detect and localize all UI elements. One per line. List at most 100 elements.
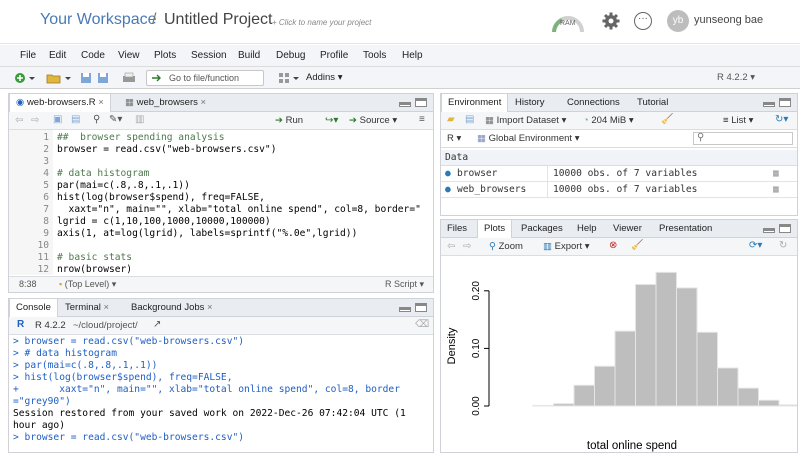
tab-presentation[interactable]: Presentation — [653, 220, 718, 238]
code-line[interactable]: lgrid = c(1,10,100,1000,10000,100000) — [57, 216, 271, 227]
minimize-icon[interactable] — [399, 307, 411, 312]
view-mode-menu[interactable]: ≡ List ▾ — [723, 115, 753, 126]
env-row-browser[interactable]: ● browser 10000 obs. of 7 variables ▦ — [441, 166, 797, 182]
project-title[interactable]: Untitled Project — [164, 11, 273, 29]
back-arrow-icon[interactable]: ⇦ — [447, 241, 455, 252]
project-name-hint[interactable]: + Click to name your project — [272, 18, 371, 27]
code-line[interactable]: ## browser spending analysis — [57, 132, 225, 143]
tab-viewer[interactable]: Viewer — [607, 220, 648, 238]
forward-arrow-icon[interactable]: ⇨ — [31, 115, 39, 126]
code-line[interactable]: hist(log(browser$spend), freq=FALSE, — [57, 192, 265, 203]
env-row-web-browsers[interactable]: ● web_browsers 10000 obs. of 7 variables… — [441, 182, 797, 198]
maximize-icon[interactable] — [415, 303, 427, 312]
compile-report-icon[interactable]: ▥ — [135, 114, 144, 125]
menu-code[interactable]: Code — [81, 50, 105, 61]
refresh-icon[interactable]: ↻ — [779, 240, 787, 251]
menu-debug[interactable]: Debug — [276, 50, 305, 61]
menu-help[interactable]: Help — [402, 50, 423, 61]
tab-web-browsers-r[interactable]: ◉ web-browsers.R × — [9, 94, 111, 113]
forward-arrow-icon[interactable]: ⇨ — [463, 241, 471, 252]
code-line[interactable]: browser = read.csv("web-browsers.csv") — [57, 144, 277, 155]
file-type-menu[interactable]: R Script ▾ — [385, 277, 424, 292]
chevron-down-icon[interactable] — [28, 72, 36, 84]
minimize-icon[interactable] — [763, 228, 775, 233]
console-output[interactable]: > browser = read.csv("web-browsers.csv")… — [9, 335, 433, 452]
menu-tools[interactable]: Tools — [363, 50, 386, 61]
code-line[interactable]: # data histogram — [57, 168, 149, 179]
menu-build[interactable]: Build — [238, 50, 260, 61]
rerun-icon[interactable]: ↪▾ — [325, 115, 338, 126]
addins-menu[interactable]: Addins ▾ — [306, 72, 342, 83]
gear-icon[interactable] — [602, 12, 620, 30]
workspace-link[interactable]: Your Workspace — [40, 11, 157, 29]
tab-console[interactable]: Console — [9, 299, 58, 318]
publish-icon[interactable]: ⟳▾ — [749, 240, 762, 251]
maximize-icon[interactable] — [779, 98, 791, 107]
menu-edit[interactable]: Edit — [49, 50, 66, 61]
code-line[interactable]: par(mai=c(.8,.8,.1,.1)) — [57, 180, 190, 191]
tab-help[interactable]: Help — [571, 220, 603, 238]
search-icon[interactable]: ⚲ — [93, 114, 100, 125]
open-project-icon[interactable] — [46, 72, 62, 84]
chevron-down-icon[interactable] — [64, 72, 72, 84]
avatar[interactable]: yb — [667, 10, 689, 32]
tab-web-browsers-data[interactable]: ▦ web_browsers × — [119, 94, 212, 112]
close-icon[interactable]: × — [98, 97, 104, 108]
export-menu[interactable]: ▥ Export ▾ — [543, 241, 590, 252]
broom-icon[interactable]: 🧹 — [661, 114, 673, 125]
more-options-icon[interactable]: ··· — [634, 12, 652, 30]
minimize-icon[interactable] — [763, 102, 775, 107]
show-in-window-icon[interactable]: ▣ — [53, 114, 62, 125]
outline-icon[interactable]: ≡ — [419, 114, 425, 125]
import-dataset-menu[interactable]: ▦ Import Dataset ▾ — [485, 115, 566, 126]
console-input-line[interactable]: > browser = read.csv("web-browsers.csv") — [13, 432, 244, 443]
clear-console-icon[interactable]: ⌫ — [415, 319, 429, 330]
tab-tutorial[interactable]: Tutorial — [631, 94, 674, 112]
maximize-icon[interactable] — [415, 98, 427, 107]
remove-plot-icon[interactable]: ⊗ — [609, 240, 617, 251]
new-file-icon[interactable] — [14, 72, 26, 84]
tab-files[interactable]: Files — [441, 220, 473, 238]
menu-view[interactable]: View — [118, 50, 140, 61]
minimize-icon[interactable] — [399, 102, 411, 107]
table-icon[interactable]: ▦ — [773, 182, 779, 197]
broom-icon[interactable]: 🧹 — [631, 240, 643, 251]
goto-file-input[interactable]: Go to file/function — [146, 70, 264, 86]
magic-wand-icon[interactable]: ✎▾ — [109, 114, 122, 125]
tab-environment[interactable]: Environment — [441, 94, 509, 113]
memory-usage-menu[interactable]: ◔ 204 MiB ▾ — [583, 115, 634, 126]
print-icon[interactable] — [122, 72, 136, 84]
scope-indicator[interactable]: ▪ (Top Level) ▾ — [59, 277, 116, 292]
tab-connections[interactable]: Connections — [561, 94, 626, 112]
menu-session[interactable]: Session — [191, 50, 227, 61]
close-icon[interactable]: × — [204, 302, 213, 313]
save-icon[interactable] — [80, 72, 92, 84]
save-icon[interactable]: ▤ — [71, 114, 80, 125]
code-area[interactable]: 1 ## browser spending analysis 2 browser… — [9, 130, 433, 275]
refresh-icon[interactable]: ↻▾ — [775, 114, 788, 125]
close-icon[interactable]: × — [201, 97, 207, 108]
source-button[interactable]: ➔ Source ▾ — [349, 115, 397, 126]
code-line[interactable]: nrow(browser) — [57, 264, 132, 275]
open-folder-icon[interactable]: ▰ — [447, 114, 455, 125]
goto-dir-icon[interactable]: ↗ — [153, 319, 161, 330]
tab-background-jobs[interactable]: Background Jobs × — [125, 299, 219, 317]
code-line[interactable]: xaxt="n", main="", xlab="total online sp… — [57, 204, 421, 215]
grid-layout-icon[interactable] — [278, 72, 290, 84]
save-icon[interactable]: ▤ — [465, 114, 474, 125]
tab-terminal[interactable]: Terminal × — [59, 299, 115, 317]
back-arrow-icon[interactable]: ⇦ — [15, 115, 23, 126]
tab-history[interactable]: History — [509, 94, 551, 112]
code-line[interactable]: axis(1, at=log(lgrid), labels=sprintf("%… — [57, 228, 357, 239]
menu-plots[interactable]: Plots — [154, 50, 176, 61]
tab-plots[interactable]: Plots — [477, 220, 513, 239]
r-version-menu[interactable]: R 4.2.2 ▾ — [717, 72, 755, 83]
username[interactable]: yunseong bae — [694, 14, 763, 26]
close-icon[interactable]: × — [101, 302, 110, 313]
maximize-icon[interactable] — [779, 224, 791, 233]
expand-icon[interactable]: ● — [445, 166, 451, 181]
language-menu[interactable]: R ▾ — [447, 133, 461, 144]
menu-file[interactable]: File — [20, 50, 36, 61]
table-icon[interactable]: ▦ — [773, 166, 779, 181]
zoom-button[interactable]: ⚲ Zoom — [489, 241, 523, 252]
